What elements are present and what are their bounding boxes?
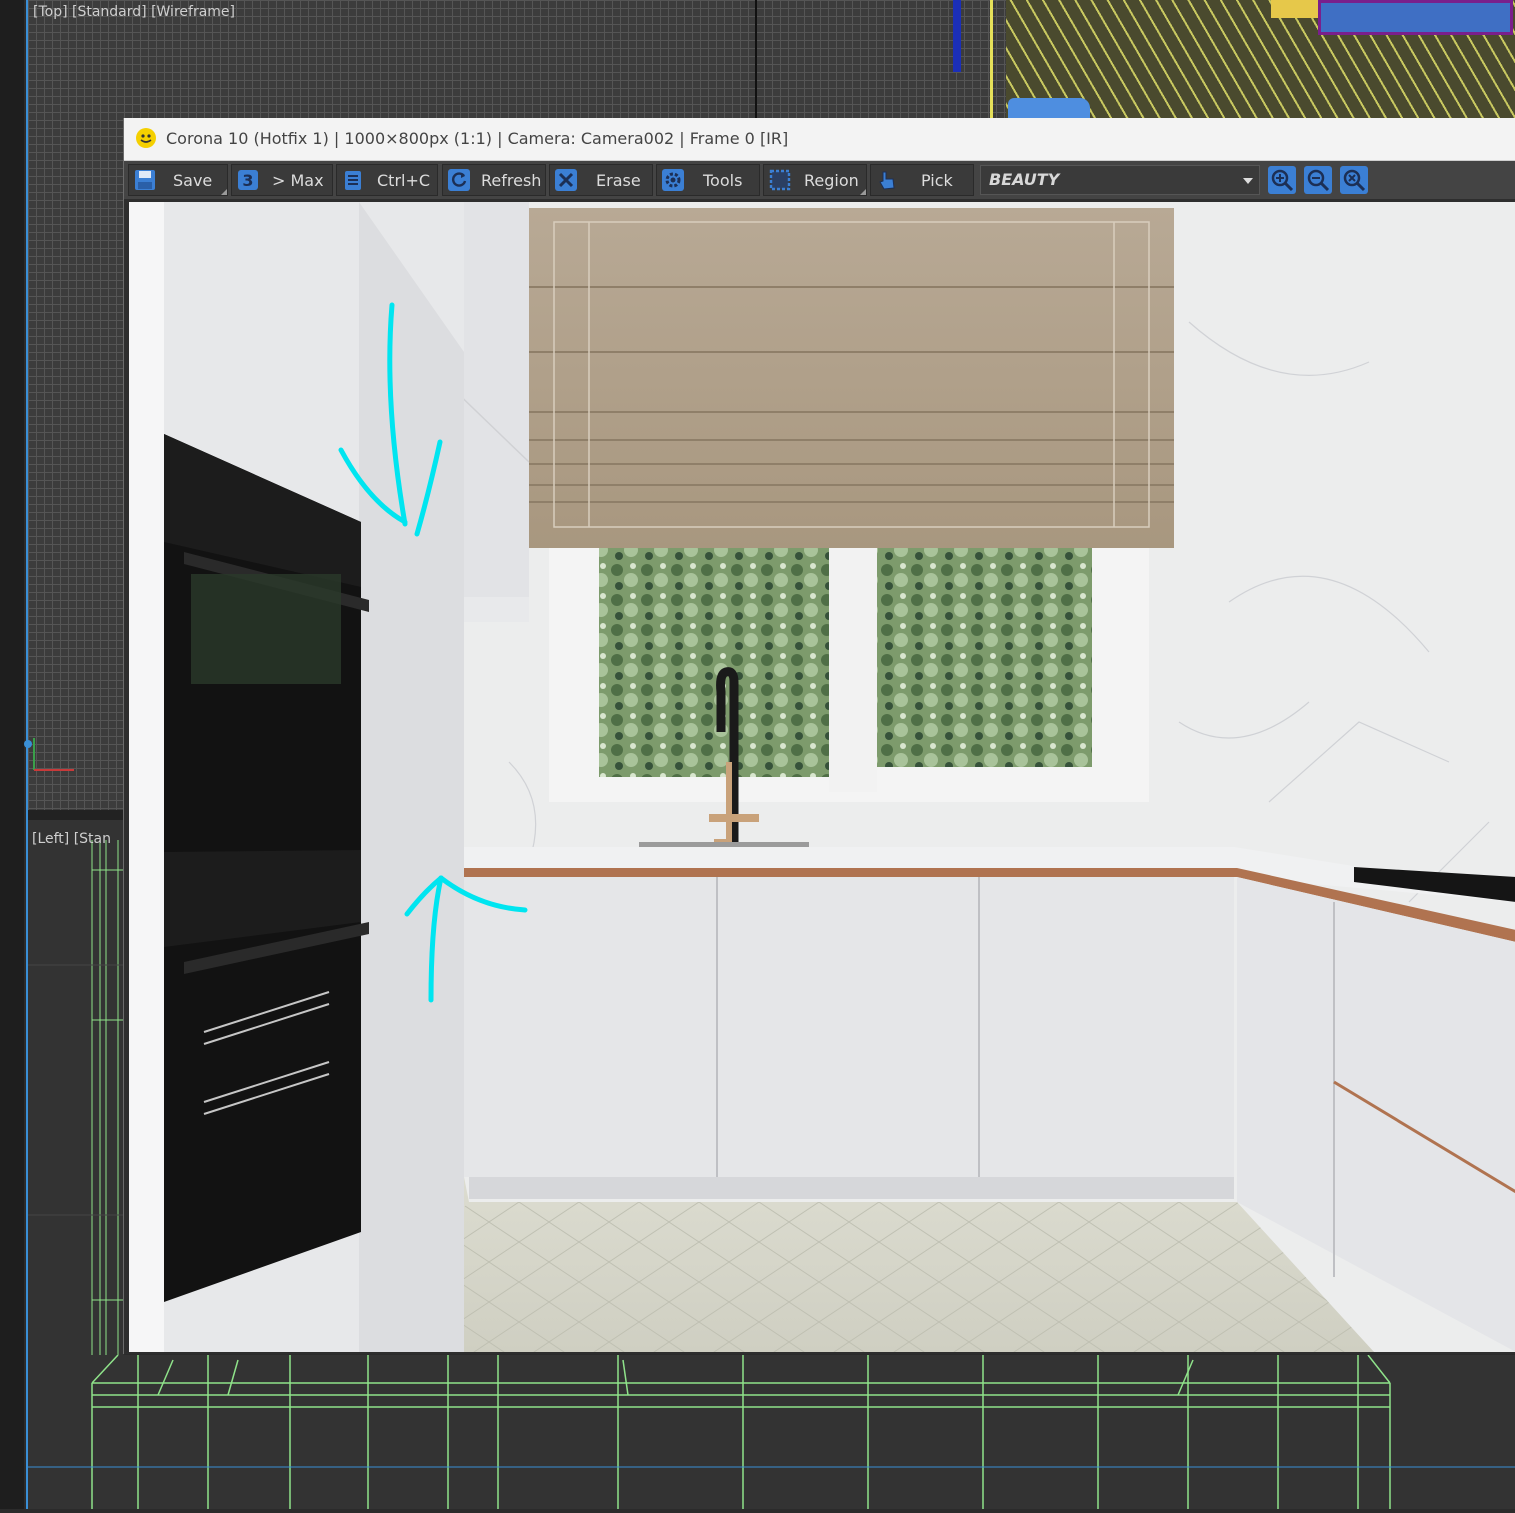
vfb-title-bar[interactable]: Corona 10 (Hotfix 1) | 1000×800px (1:1) … [124, 118, 1515, 161]
region-select-icon [766, 166, 794, 194]
copy-label: Ctrl+C [377, 170, 431, 190]
arrow-down-icon [338, 302, 443, 537]
region-button[interactable]: Region [763, 164, 867, 196]
zoom-fit-icon [1340, 166, 1368, 194]
x-icon [552, 166, 580, 194]
hand-pointer-icon [873, 166, 901, 194]
side-panel [0, 0, 24, 1509]
erase-label: Erase [596, 170, 641, 190]
top-viewport[interactable] [28, 0, 1515, 120]
zoom-fit-button[interactable] [1339, 165, 1369, 195]
top-viewport-lower[interactable] [28, 120, 124, 810]
max-3-icon: 3 [234, 166, 262, 194]
copy-button[interactable]: Ctrl+C [336, 164, 438, 196]
zoom-out-icon [1304, 166, 1332, 194]
save-button[interactable]: Save [128, 164, 228, 196]
corona-frame-buffer-window[interactable]: Corona 10 (Hotfix 1) | 1000×800px (1:1) … [123, 118, 1515, 1354]
floppy-disk-icon [131, 166, 159, 194]
selected-object-box [1318, 0, 1513, 35]
pick-button[interactable]: Pick [870, 164, 974, 196]
send-to-max-label: > Max [272, 170, 324, 190]
corona-logo-icon [136, 128, 156, 148]
scene-wire-line [755, 0, 757, 118]
erase-button[interactable]: Erase [549, 164, 653, 196]
axis-gizmo-icon [24, 738, 74, 771]
region-label: Region [804, 170, 859, 190]
tools-label: Tools [703, 170, 743, 190]
scene-object-yellow-line [990, 0, 993, 118]
clipboard-icon [339, 166, 367, 194]
vfb-title: Corona 10 (Hotfix 1) | 1000×800px (1:1) … [166, 129, 789, 148]
render-pass-dropdown[interactable]: BEAUTY [980, 165, 1260, 195]
refresh-button[interactable]: Refresh [442, 164, 546, 196]
tools-button[interactable]: Tools [656, 164, 760, 196]
pick-label: Pick [921, 170, 953, 190]
send-to-max-button[interactable]: 3 > Max [231, 164, 333, 196]
top-viewport-label[interactable]: [Top] [Standard] [Wireframe] [33, 4, 235, 20]
zoom-in-icon [1268, 166, 1296, 194]
cabinet-wireframe [28, 1355, 1515, 1509]
zoom-in-button[interactable] [1267, 165, 1297, 195]
zoom-out-button[interactable] [1303, 165, 1333, 195]
arrow-up-icon [404, 875, 528, 1003]
refresh-icon [445, 166, 473, 194]
vfb-toolbar: Save 3 > Max Ctrl+C Refresh Erase Tools … [124, 161, 1515, 199]
gear-icon [659, 166, 687, 194]
refresh-label: Refresh [481, 170, 542, 190]
svg-text:3: 3 [242, 171, 253, 190]
render-pass-value: BEAUTY [989, 170, 1060, 189]
bottom-viewport-wireframe[interactable] [28, 1355, 1515, 1509]
chevron-down-icon [1243, 178, 1253, 184]
left-viewport-label[interactable]: [Left] [Stan [32, 831, 111, 847]
rendered-image[interactable] [129, 202, 1515, 1352]
scene-object-blob [1008, 98, 1090, 118]
viewport-divider[interactable] [28, 810, 124, 820]
save-label: Save [173, 170, 213, 190]
scene-object-blue [953, 0, 961, 72]
